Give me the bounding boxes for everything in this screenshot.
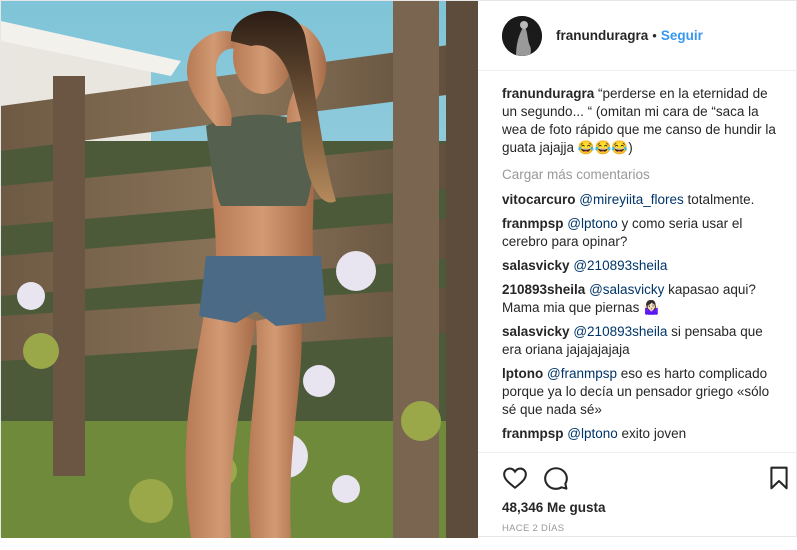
comments-list: franunduragra “perderse en la eternidad … (502, 85, 782, 449)
comment-username[interactable]: 210893sheila (502, 282, 585, 297)
comment-mention[interactable]: @lptono (567, 426, 618, 441)
comment-item: lptono @franmpsp eso es harto complicado… (502, 365, 782, 419)
comment-username[interactable]: franmpsp (502, 216, 564, 231)
comment-mention[interactable]: @salasvicky (589, 282, 664, 297)
comment-text: exito joven (621, 426, 687, 441)
photo-of-woman-by-wooden-fence (1, 1, 478, 538)
comment-username[interactable]: franmpsp (502, 426, 564, 441)
avatar[interactable] (502, 15, 542, 56)
post-photo[interactable] (1, 1, 478, 538)
comment-icon[interactable] (543, 465, 569, 491)
post-sidebar: franunduragra • Seguir franunduragra “pe… (478, 1, 797, 538)
comment-username[interactable]: vitocarcuro (502, 192, 576, 207)
comment-item: franmpsp @lptono exito joven (502, 425, 782, 443)
load-more-comments-button[interactable]: Cargar más comentarios (502, 167, 782, 182)
comment-text: totalmente. (687, 192, 755, 207)
caption-username[interactable]: franunduragra (502, 86, 594, 101)
heart-icon[interactable] (502, 465, 528, 491)
comment-item: salasvicky @210893sheila (502, 257, 782, 275)
comment-item: franmpsp @lptono y como seria usar el ce… (502, 215, 782, 251)
post-header: franunduragra • Seguir (478, 1, 797, 71)
comment-mention[interactable]: @210893sheila (573, 258, 667, 273)
instagram-post: franunduragra • Seguir franunduragra “pe… (0, 0, 797, 538)
comment-username[interactable]: salasvicky (502, 324, 570, 339)
comment-text: eso es harto complicado porque ya lo dec… (502, 366, 770, 417)
author-username[interactable]: franunduragra (556, 28, 648, 43)
comment-item: 210893sheila @salasvicky kapasao aqui? M… (502, 281, 782, 317)
comment-item: salasvicky @210893sheila si pensaba que … (502, 323, 782, 359)
comment-mention[interactable]: @mireyiita_flores (579, 192, 683, 207)
bookmark-icon[interactable] (766, 465, 792, 491)
comment-username[interactable]: salasvicky (502, 258, 570, 273)
follow-button[interactable]: Seguir (661, 28, 703, 43)
comment-mention[interactable]: @franmpsp (547, 366, 617, 381)
post-actions: 48,346 Me gusta HACE 2 DÍAS (478, 452, 797, 538)
comment-mention[interactable]: @210893sheila (573, 324, 667, 339)
comment-username[interactable]: lptono (502, 366, 543, 381)
post-caption: franunduragra “perderse en la eternidad … (502, 85, 782, 157)
likes-count[interactable]: 48,346 Me gusta (502, 500, 606, 515)
action-icons (502, 465, 792, 493)
comment-mention[interactable]: @lptono (567, 216, 618, 231)
separator-dot: • (652, 28, 657, 43)
profile-picture (502, 15, 542, 56)
comment-item: vitocarcuro @mireyiita_flores totalmente… (502, 191, 782, 209)
post-timestamp[interactable]: HACE 2 DÍAS (502, 523, 564, 534)
